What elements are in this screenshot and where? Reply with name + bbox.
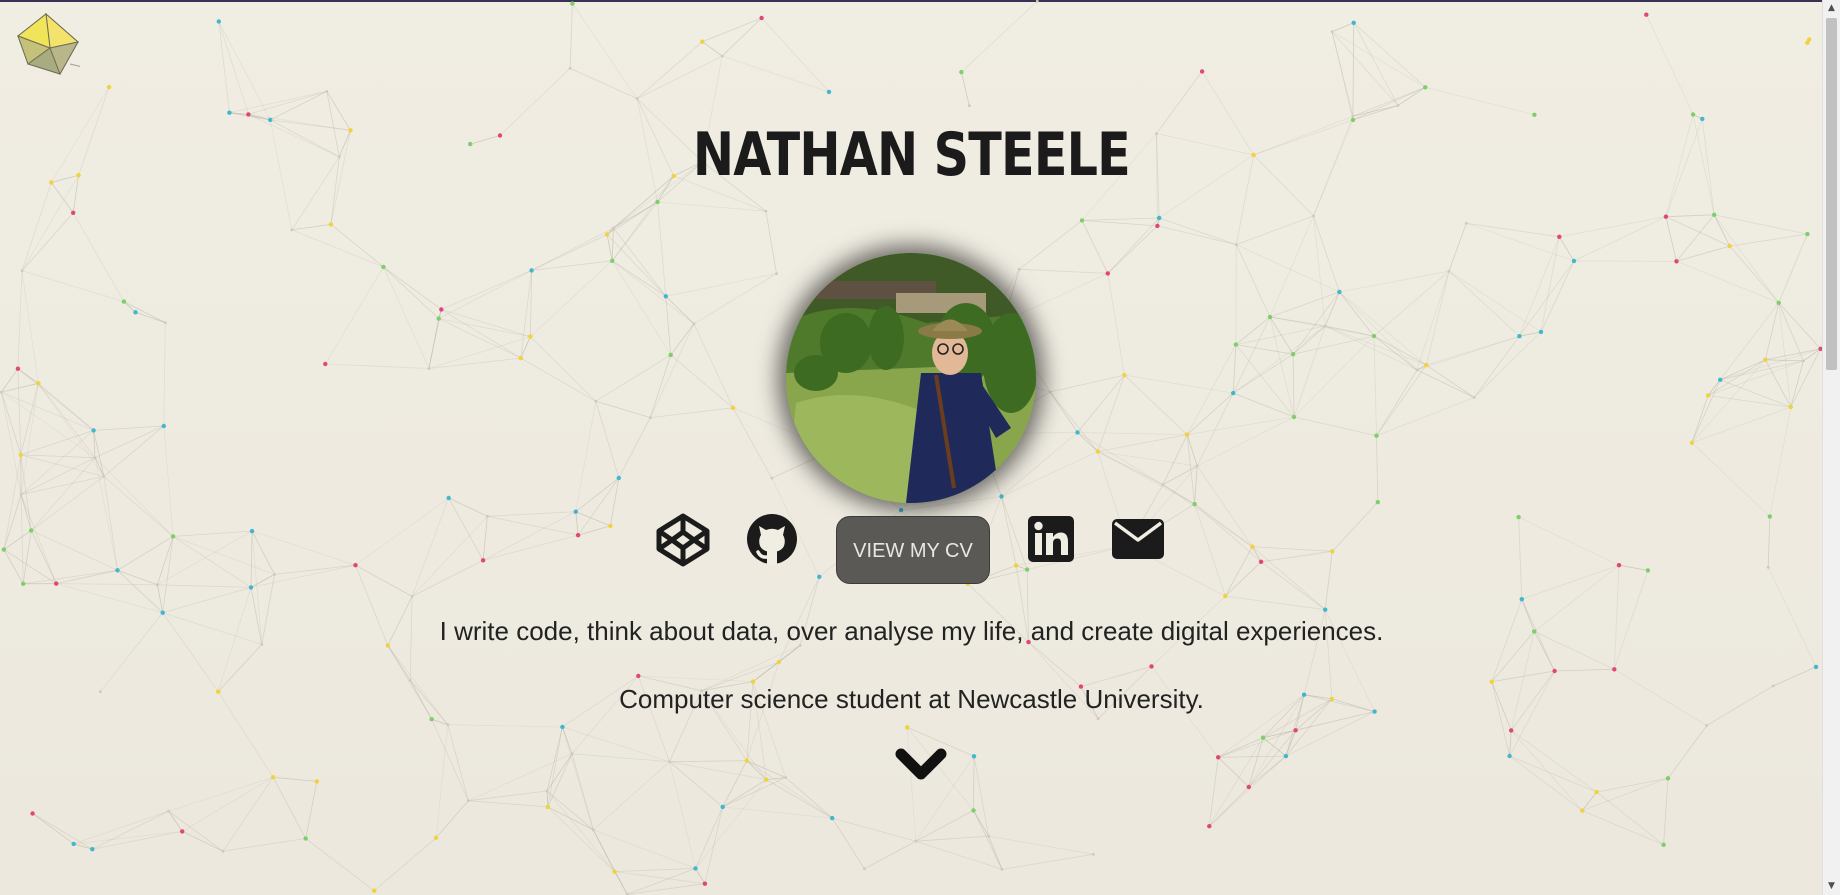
email-link[interactable] [1112,519,1164,559]
page-scrollbar[interactable]: ▲ ▼ [1822,0,1840,895]
profile-photo-illustration [786,253,1036,503]
scroll-down-arrow-icon[interactable]: ▼ [1823,878,1840,895]
email-icon [1112,519,1164,559]
scroll-up-arrow-icon[interactable]: ▲ [1823,0,1840,17]
github-icon [747,514,797,565]
linkedin-icon [1028,516,1074,562]
page-title: NATHAN STEELE [692,120,1131,190]
codepen-link[interactable] [656,513,710,567]
chevron-down-icon[interactable] [894,746,948,786]
scroll-thumb[interactable] [1826,18,1837,370]
github-link[interactable] [746,513,798,565]
profile-photo [786,253,1036,503]
codepen-icon [656,513,710,567]
tagline-secondary: Computer science student at Newcastle Un… [619,684,1204,714]
view-cv-button[interactable]: VIEW MY CV [836,516,990,584]
hero-section: NATHAN STEELE VIEW MY CV I write code, t… [0,0,1823,895]
linkedin-link[interactable] [1028,516,1074,562]
tagline-primary: I write code, think about data, over ana… [439,616,1384,646]
